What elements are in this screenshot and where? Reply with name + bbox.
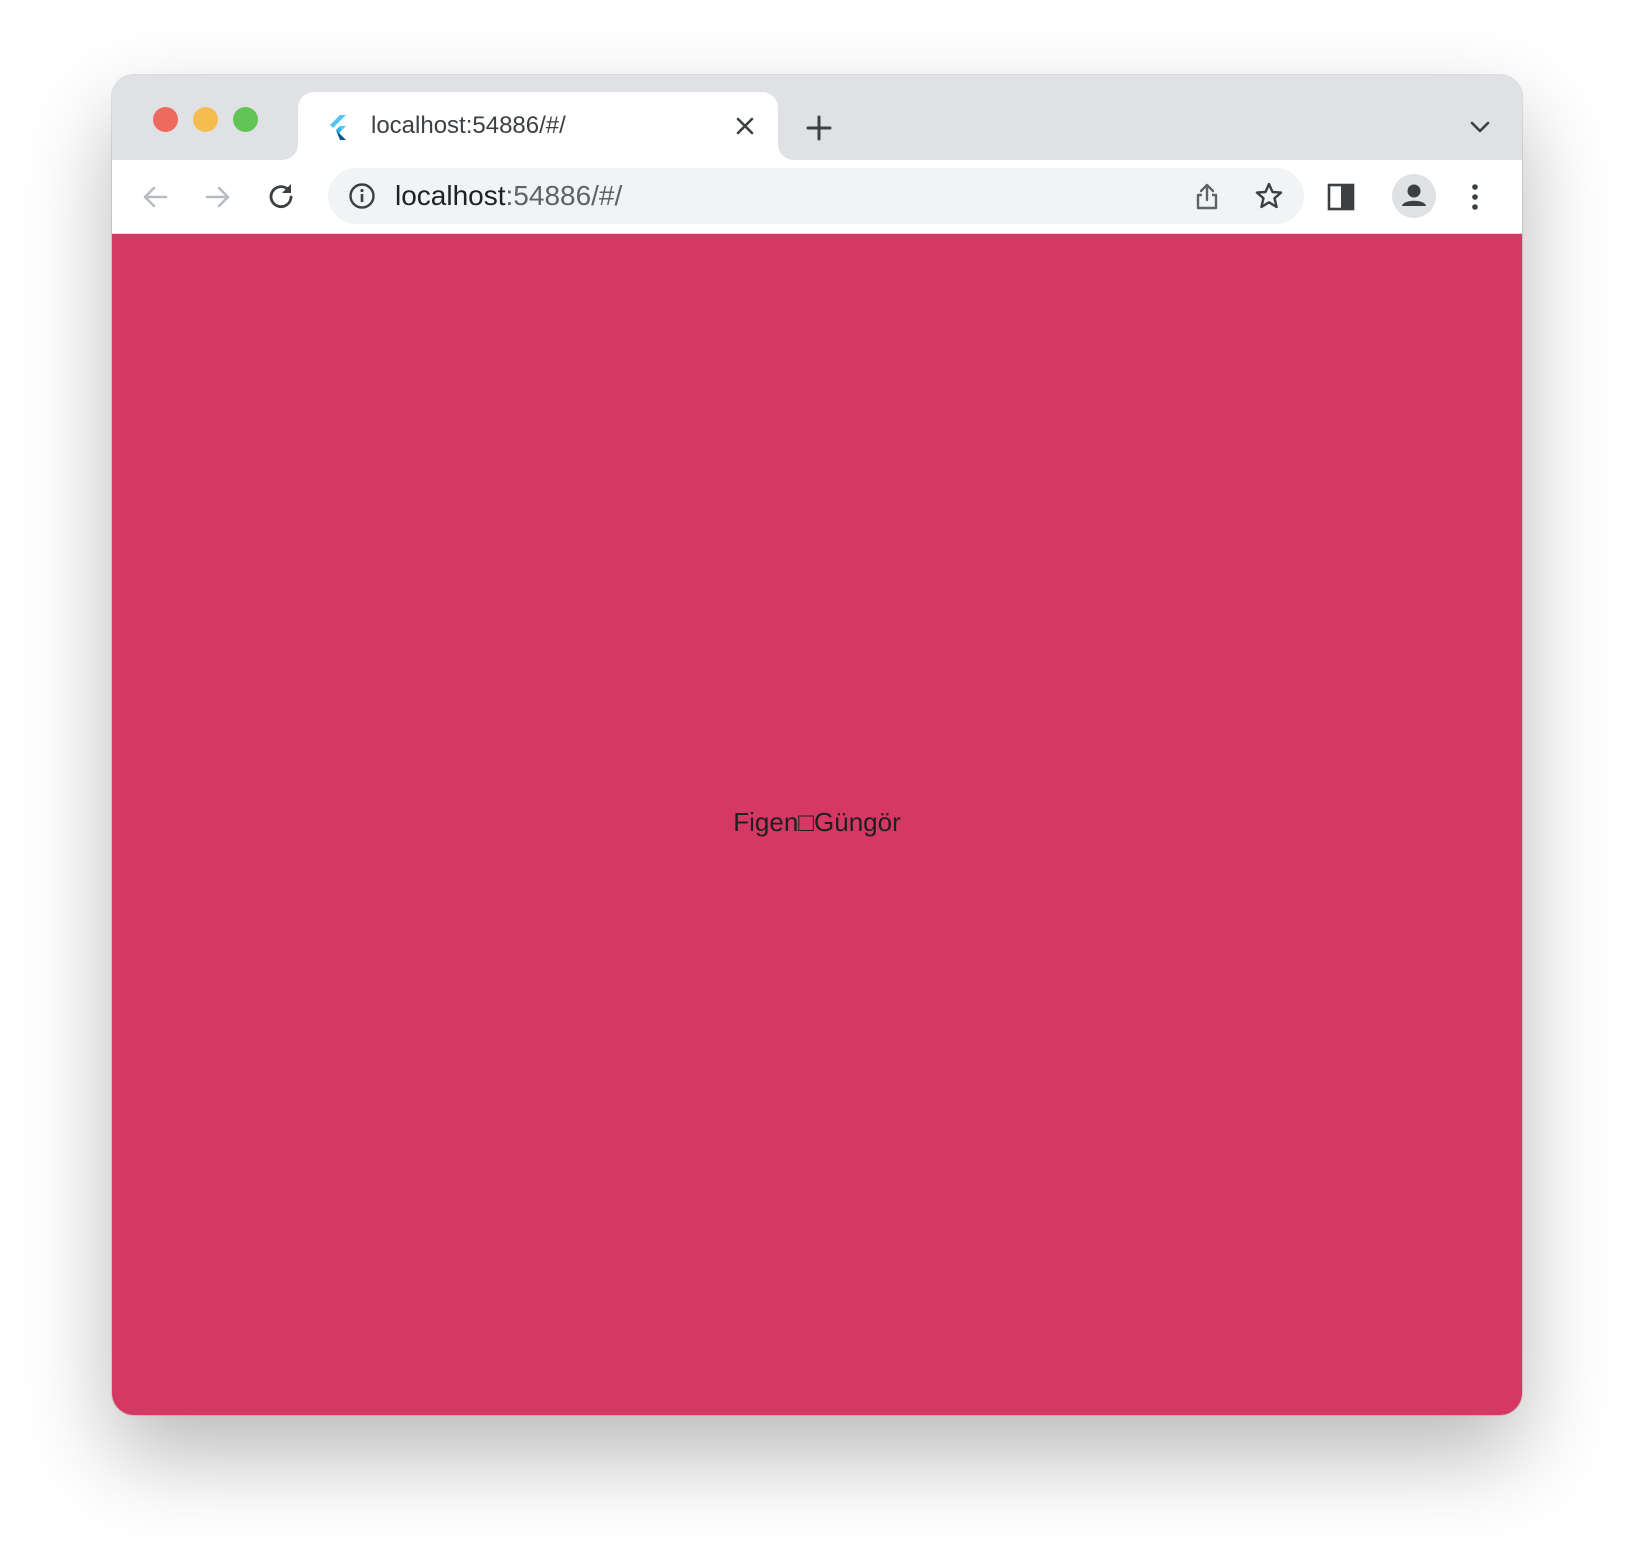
profile-button[interactable]: [1392, 174, 1436, 218]
kebab-menu-icon[interactable]: [1458, 180, 1492, 214]
centered-text: Figen□Güngör: [733, 807, 901, 837]
reload-icon[interactable]: [264, 180, 298, 214]
tab-strip: localhost:54886/#/: [112, 75, 1522, 160]
flutter-icon: [330, 115, 346, 140]
close-window-button[interactable]: [153, 107, 178, 132]
share-icon[interactable]: [1192, 181, 1222, 211]
back-arrow-icon[interactable]: [138, 180, 172, 214]
close-icon[interactable]: [732, 113, 758, 139]
maximize-window-button[interactable]: [233, 107, 258, 132]
chevron-down-icon[interactable]: [1468, 115, 1492, 139]
address-bar[interactable]: localhost:54886/#/: [328, 168, 1304, 224]
tab-title: localhost:54886/#/: [371, 112, 566, 139]
url-host: localhost: [395, 180, 506, 211]
star-icon[interactable]: [1254, 181, 1284, 211]
side-panel-icon[interactable]: [1324, 180, 1358, 214]
url-text[interactable]: localhost:54886/#/: [395, 181, 622, 211]
forward-arrow-icon[interactable]: [201, 180, 235, 214]
browser-window: localhost:54886/#/ localhost:54886/#/ Fi…: [112, 75, 1522, 1415]
minimize-window-button[interactable]: [193, 107, 218, 132]
plus-icon[interactable]: [804, 113, 834, 143]
page-content: Figen□Güngör: [112, 234, 1522, 1415]
toolbar: localhost:54886/#/: [112, 160, 1522, 234]
info-icon[interactable]: [348, 182, 376, 210]
profile-icon: [1402, 184, 1426, 206]
tab-active[interactable]: localhost:54886/#/: [298, 92, 778, 160]
url-path: :54886/#/: [505, 180, 623, 211]
